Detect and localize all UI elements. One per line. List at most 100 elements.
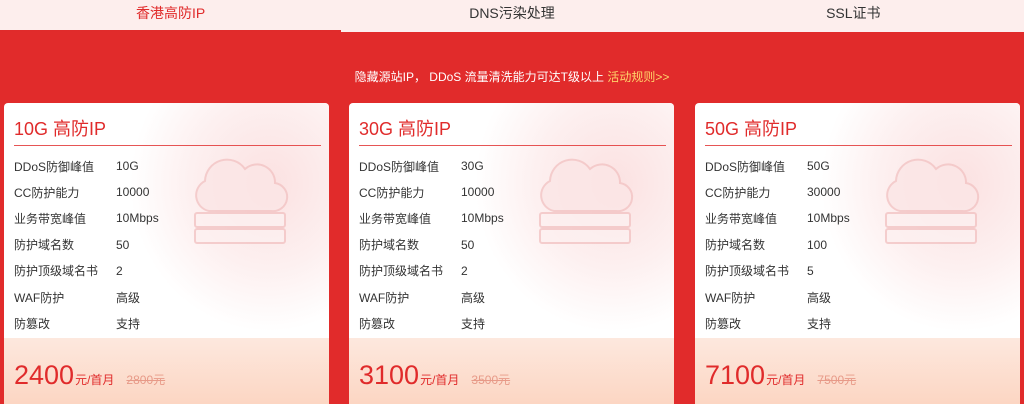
spec-value: 10000 (116, 185, 150, 200)
spec-value: 支持 (116, 316, 141, 331)
spec-row: DDoS防御峰值 10G (14, 153, 159, 179)
spec-list: DDoS防御峰值 30G CC防护能力 10000 业务带宽峰值 10Mbps 防护域… (359, 153, 504, 336)
original-price: 2800元 (126, 373, 166, 387)
tab-ssl-cert[interactable]: SSL证书 (683, 0, 1024, 32)
card-title: 30G 高防IP (359, 119, 452, 139)
spec-label: 防护顶级域名书 (705, 264, 790, 279)
tab-hk-ddos-ip[interactable]: 香港高防IP (0, 0, 342, 32)
cloud-server-icon (820, 103, 1020, 333)
spec-value: 100 (807, 237, 828, 252)
divider (14, 145, 321, 146)
spec-value: 10Mbps (116, 211, 159, 226)
notice-text: 隐藏源站IP， DDoS 流量清洗能力可达T级以上 活动规则>> (0, 68, 1024, 85)
divider (359, 145, 666, 146)
price: 7100 元/首月 7500元 (705, 360, 856, 391)
spec-label: 防篡改 (359, 316, 396, 331)
spec-value: 10Mbps (461, 211, 504, 226)
original-price: 3500元 (471, 373, 511, 387)
price: 2400 元/首月 2800元 (14, 360, 165, 391)
spec-row: 防护顶级域名书 5 (705, 258, 850, 284)
spec-row: 防篡改 支持 (705, 310, 850, 336)
spec-value: 2 (116, 263, 123, 278)
spec-value: 50G (807, 159, 830, 174)
plan-card-50g[interactable]: 50G 高防IP DDoS防御峰值 50G CC防护能力 30000 业务带宽峰值 1… (695, 103, 1020, 404)
card-title: 50G 高防IP (705, 119, 798, 139)
spec-value: 5 (807, 263, 814, 278)
spec-value: 支持 (461, 316, 486, 331)
spec-row: 防护域名数 50 (14, 232, 159, 258)
spec-label: CC防护能力 (14, 185, 80, 200)
spec-label: CC防护能力 (705, 185, 771, 200)
spec-row: DDoS防御峰值 30G (359, 153, 504, 179)
spec-label: CC防护能力 (359, 185, 425, 200)
spec-label: 业务带宽峰值 (14, 211, 87, 226)
spec-label: DDoS防御峰值 (705, 159, 786, 174)
price-value: 3100 (359, 360, 420, 390)
price-area: 3100 元/首月 3500元 (349, 338, 674, 404)
spec-value: 30000 (807, 185, 841, 200)
spec-list: DDoS防御峰值 50G CC防护能力 30000 业务带宽峰值 10Mbps 防护域… (705, 153, 850, 336)
spec-value: 30G (461, 159, 484, 174)
cloud-server-icon (129, 103, 329, 333)
spec-label: 防护域名数 (14, 238, 75, 253)
spec-label: 防篡改 (14, 316, 51, 331)
spec-value: 50 (461, 237, 475, 252)
price-value: 7100 (705, 360, 766, 390)
spec-row: 业务带宽峰值 10Mbps (14, 205, 159, 231)
spec-label: DDoS防御峰值 (359, 159, 440, 174)
price-area: 7100 元/首月 7500元 (695, 338, 1020, 404)
spec-row: WAF防护 高级 (14, 284, 159, 310)
tab-dns-pollution[interactable]: DNS污染处理 (341, 0, 682, 32)
notice-message: 隐藏源站IP， DDoS 流量清洗能力可达T级以上 (354, 70, 604, 84)
spec-row: 业务带宽峰值 10Mbps (359, 205, 504, 231)
spec-label: WAF防护 (705, 290, 756, 305)
spec-label: 防护域名数 (705, 238, 766, 253)
spec-row: 防篡改 支持 (359, 310, 504, 336)
spec-value: 10G (116, 159, 139, 174)
plan-card-30g[interactable]: 30G 高防IP DDoS防御峰值 30G CC防护能力 10000 业务带宽峰值 1… (349, 103, 674, 404)
spec-label: DDoS防御峰值 (14, 159, 95, 174)
spec-row: 防护域名数 100 (705, 232, 850, 258)
spec-row: 防护顶级域名书 2 (359, 258, 504, 284)
spec-row: 业务带宽峰值 10Mbps (705, 205, 850, 231)
spec-value: 高级 (116, 290, 141, 305)
price-unit: 元/首月 (75, 373, 115, 387)
spec-row: 防护域名数 50 (359, 232, 504, 258)
price: 3100 元/首月 3500元 (359, 360, 510, 391)
spec-row: CC防护能力 30000 (705, 179, 850, 205)
original-price: 7500元 (817, 373, 857, 387)
spec-value: 高级 (461, 290, 486, 305)
cloud-server-icon (474, 103, 674, 333)
plan-card-10g[interactable]: 10G 高防IP DDoS防御峰值 10G CC防护能力 10000 业务带宽峰值 1… (4, 103, 329, 404)
spec-value: 50 (116, 237, 130, 252)
spec-value: 10000 (461, 185, 495, 200)
spec-value: 高级 (807, 290, 832, 305)
spec-label: 防护顶级域名书 (359, 264, 444, 279)
price-unit: 元/首月 (420, 373, 460, 387)
spec-row: CC防护能力 10000 (359, 179, 504, 205)
spec-row: CC防护能力 10000 (14, 179, 159, 205)
spec-label: 防护域名数 (359, 238, 420, 253)
spec-value: 2 (461, 263, 468, 278)
spec-list: DDoS防御峰值 10G CC防护能力 10000 业务带宽峰值 10Mbps 防护域… (14, 153, 159, 336)
spec-label: 防篡改 (705, 316, 742, 331)
price-unit: 元/首月 (766, 373, 806, 387)
spec-label: WAF防护 (14, 290, 65, 305)
spec-row: 防篡改 支持 (14, 310, 159, 336)
product-tabs: 香港高防IP DNS污染处理 SSL证书 (0, 0, 1024, 32)
spec-row: WAF防护 高级 (705, 284, 850, 310)
spec-row: DDoS防御峰值 50G (705, 153, 850, 179)
price-area: 2400 元/首月 2800元 (4, 338, 329, 404)
spec-label: 业务带宽峰值 (705, 211, 778, 226)
spec-row: WAF防护 高级 (359, 284, 504, 310)
spec-label: 防护顶级域名书 (14, 264, 99, 279)
spec-label: WAF防护 (359, 290, 410, 305)
spec-row: 防护顶级域名书 2 (14, 258, 159, 284)
spec-value: 支持 (807, 316, 832, 331)
spec-value: 10Mbps (807, 211, 850, 226)
price-value: 2400 (14, 360, 75, 390)
activity-rules-link[interactable]: 活动规则>> (607, 70, 669, 84)
divider (705, 145, 1012, 146)
spec-label: 业务带宽峰值 (359, 211, 432, 226)
card-title: 10G 高防IP (14, 119, 107, 139)
